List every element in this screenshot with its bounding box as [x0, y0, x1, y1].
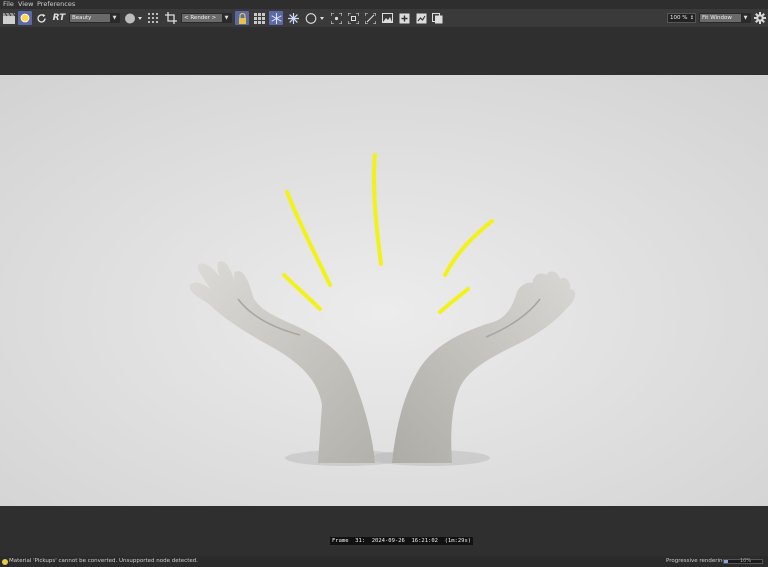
compare-icon[interactable]: [364, 11, 377, 25]
grid-dots-icon[interactable]: [147, 11, 159, 25]
pass-select[interactable]: Beauty ▼: [69, 13, 120, 23]
zoom-value: 100 %: [670, 15, 688, 21]
gear-icon[interactable]: [753, 11, 767, 25]
snowflake-icon[interactable]: [269, 11, 283, 25]
render-progress-fill: [724, 560, 728, 563]
image-icon[interactable]: [381, 11, 394, 25]
asterisk-icon[interactable]: [287, 11, 299, 25]
status-bar: Material 'Pickups' cannot be converted. …: [0, 556, 768, 567]
save-image-icon[interactable]: [415, 11, 428, 25]
fit-select-value: Fit Window: [702, 15, 732, 21]
pass-select-value: Beauty: [72, 15, 92, 21]
crop-icon[interactable]: [164, 11, 178, 25]
fit-select[interactable]: Fit Window ▼: [699, 13, 751, 23]
warning-icon: [2, 559, 8, 565]
zoom-input[interactable]: 100 % ↕: [667, 13, 696, 23]
tiles-grid-icon[interactable]: [252, 11, 266, 25]
toolbar: RT Beauty ▼ < Render > ▼ 100 % ↕ Fit Win…: [0, 9, 768, 27]
region-select-icon[interactable]: [123, 11, 143, 25]
chevron-down-icon: ▼: [110, 14, 119, 22]
status-message: Material 'Pickups' cannot be converted. …: [9, 558, 198, 564]
frame-info-label: Frame 31: 2024-09-26 16:21:02 (1m:29s): [330, 537, 474, 545]
rt-toggle[interactable]: RT: [51, 11, 67, 25]
focus-frame-icon[interactable]: [330, 11, 343, 25]
menu-preferences[interactable]: Preferences: [37, 0, 75, 9]
chevron-down-icon: ▼: [741, 14, 750, 22]
viewport-bottom-margin: [0, 506, 768, 556]
circle-dropdown-icon[interactable]: [304, 11, 326, 25]
expand-icon[interactable]: [347, 11, 360, 25]
clapper-icon[interactable]: [2, 11, 16, 25]
render-viewport[interactable]: [0, 75, 768, 506]
add-image-icon[interactable]: [398, 11, 411, 25]
render-select-value: < Render >: [184, 15, 217, 21]
spinner-arrows-icon[interactable]: ↕: [690, 14, 694, 22]
lock-icon[interactable]: [235, 11, 249, 25]
copy-icon[interactable]: [431, 11, 444, 25]
render-select[interactable]: < Render > ▼: [181, 13, 232, 23]
progressive-label: Progressive rendering: [666, 558, 727, 564]
refresh-icon[interactable]: [35, 11, 47, 25]
render-mode-icon[interactable]: [18, 11, 32, 25]
render-progress-text: 10%: [740, 558, 752, 564]
menu-file[interactable]: File: [3, 0, 14, 9]
viewport-top-margin: [0, 27, 768, 75]
menu-bar: File View Preferences: [0, 0, 768, 9]
chevron-down-icon: ▼: [222, 14, 231, 22]
render-image: [0, 75, 768, 506]
menu-view[interactable]: View: [18, 0, 33, 9]
